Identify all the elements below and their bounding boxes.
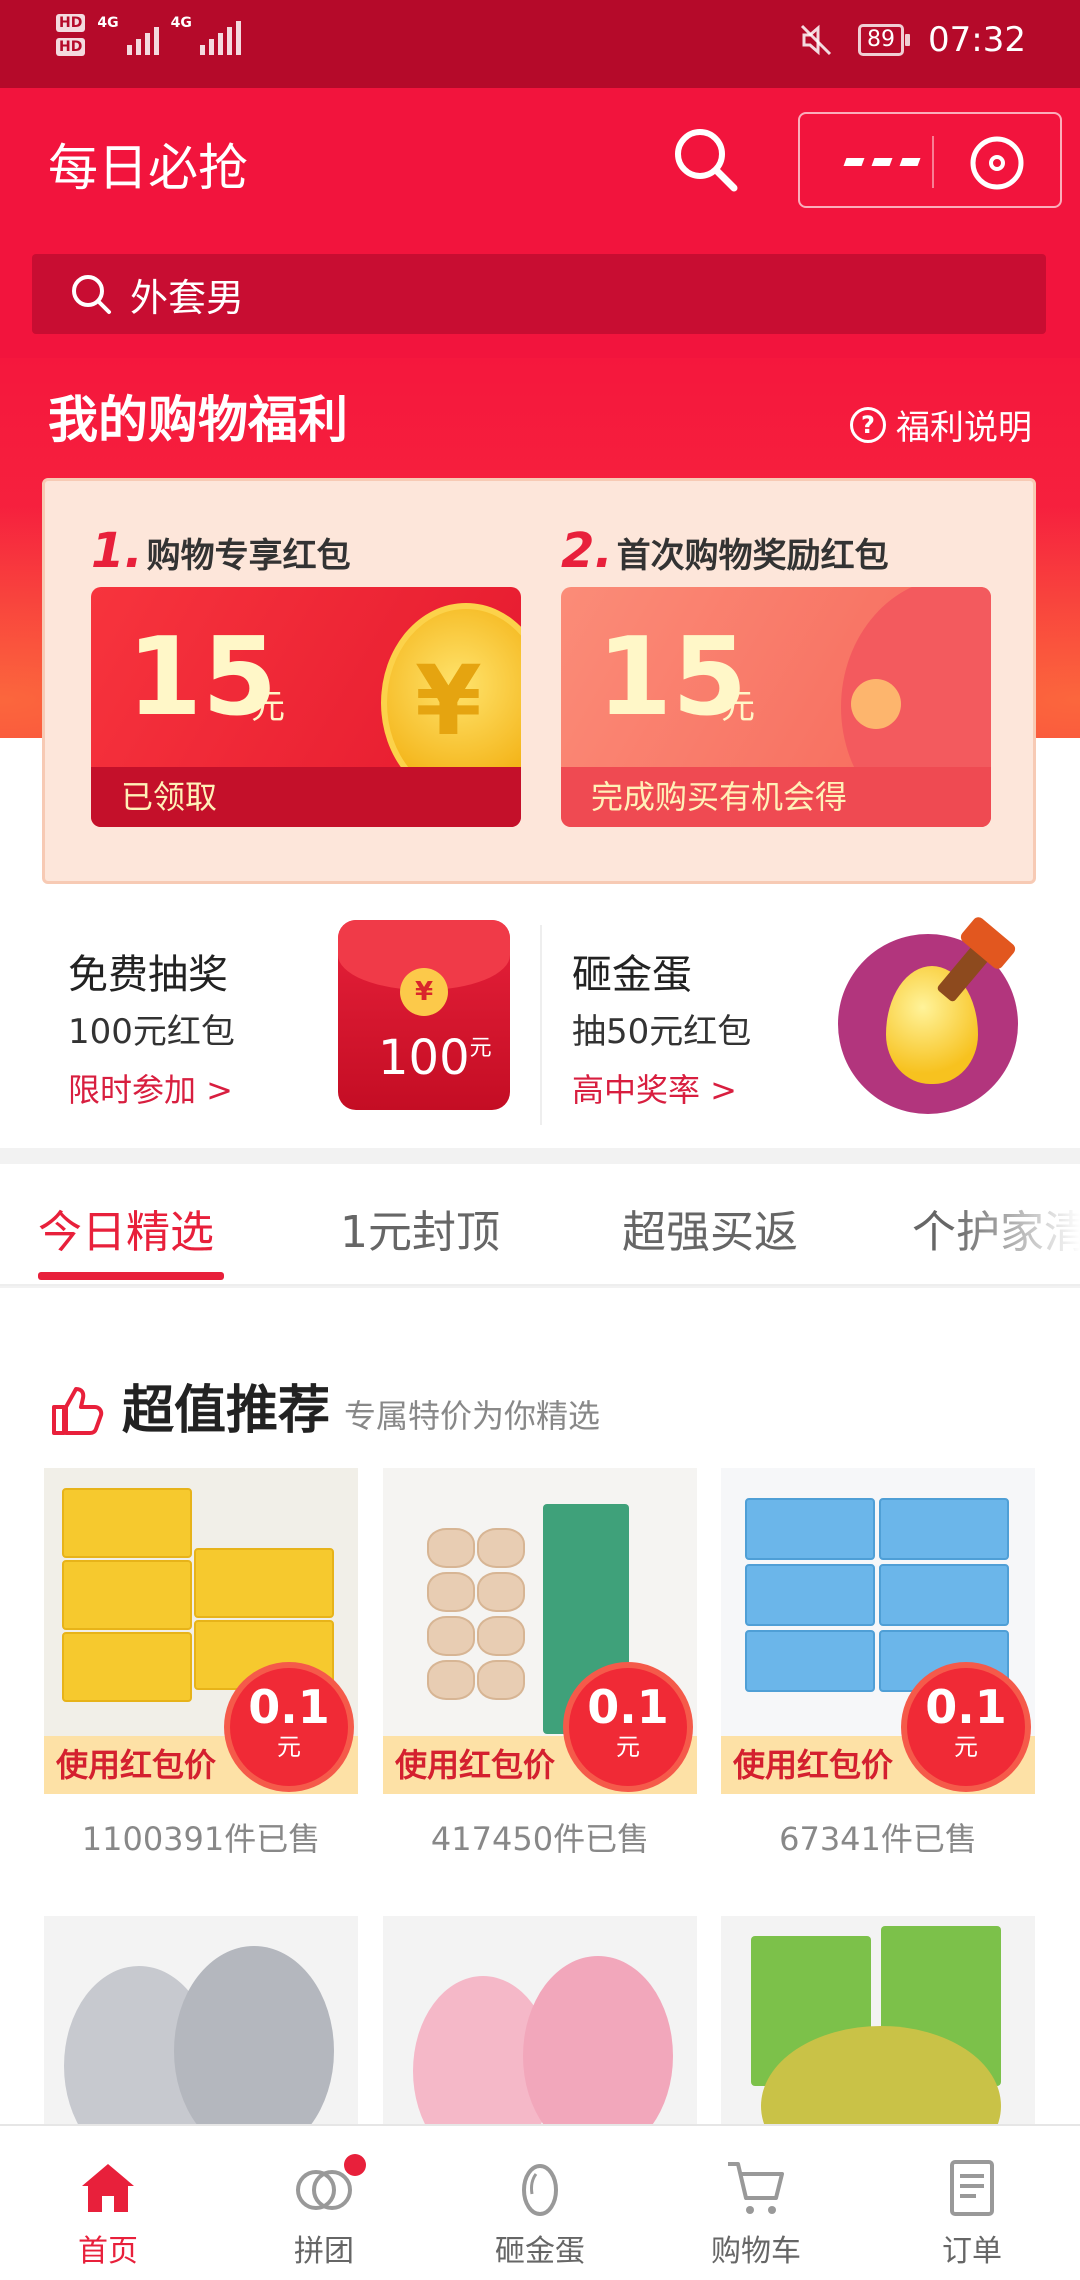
tabbar-egg[interactable]: 砸金蛋 [432, 2126, 648, 2280]
tabbar-orders[interactable]: 订单 [864, 2126, 1080, 2280]
egg-link[interactable]: 高中奖率 > [572, 1065, 751, 1111]
page-title: 每日必抢 [48, 139, 248, 197]
price-badge: 0.1 元 [230, 1668, 348, 1786]
signal-indicators: HD HD 4G 4G [56, 14, 241, 56]
status-bar: HD HD 4G 4G 89 07:32 [0, 0, 1080, 88]
sold-count: 67341件已售 [779, 1820, 977, 1858]
product-image-pink-slippers[interactable] [383, 1916, 697, 2126]
close-icon[interactable] [968, 134, 1026, 192]
coupon-1-status: 已领取 [91, 767, 521, 827]
product-image-raisins[interactable] [721, 1916, 1035, 2126]
price-badge: 0.1 元 [569, 1668, 687, 1786]
product-card[interactable]: 使用红包价 0.1 元 417450件已售 [383, 1468, 697, 1860]
search-icon [72, 275, 111, 314]
cart-icon [728, 2162, 784, 2214]
golden-egg-icon[interactable] [838, 914, 1028, 1114]
hd-icon: HD HD [56, 14, 86, 56]
lottery-link[interactable]: 限时参加 > [68, 1065, 235, 1111]
tabbar-home[interactable]: 首页 [0, 2126, 216, 2280]
tab-cashback[interactable]: 超强买返 [622, 1196, 798, 1260]
product-card[interactable]: 使用红包价 0.1 元 67341件已售 [721, 1468, 1035, 1860]
notification-dot [344, 2154, 366, 2176]
product-card[interactable]: 使用红包价 0.1 元 1100391件已售 [44, 1468, 358, 1860]
coupon-2-status: 完成购买有机会得 [561, 767, 991, 827]
tab-today[interactable]: 今日精选 [38, 1196, 214, 1260]
category-tabs: 今日精选 1元封顶 超强买返 个护家清 [0, 1164, 1080, 1286]
recommend-header: 超值推荐 专属特价为你精选 [48, 1368, 600, 1443]
search-icon[interactable] [668, 122, 742, 196]
battery-indicator: 89 [858, 24, 911, 56]
red-envelope-icon[interactable]: ¥ 100元 [338, 920, 510, 1110]
product-image-tissue: 使用红包价 0.1 元 [44, 1468, 358, 1794]
home-icon [82, 2164, 134, 2212]
search-bar[interactable] [32, 254, 1046, 334]
tabbar-cart[interactable]: 购物车 [648, 2126, 864, 2280]
question-icon: ? [850, 406, 886, 443]
mini-program-capsule [798, 112, 1062, 208]
thumbs-up-icon [52, 1387, 104, 1435]
welfare-card: 1. 购物专享红包 2. 首次购物奖励红包 ¥ 15 元 已领取 15 元 完成购买… [42, 478, 1036, 884]
tab-one-yuan[interactable]: 1元封顶 [340, 1196, 500, 1260]
sold-count: 417450件已售 [430, 1820, 650, 1858]
signal-icon-2: 4G [171, 15, 241, 55]
tab-indicator [38, 1272, 224, 1280]
welfare-title: 我的购物福利 [48, 391, 348, 449]
coupon-2[interactable]: 15 元 完成购买有机会得 [561, 587, 991, 827]
egg-icon [522, 2164, 558, 2216]
bottom-tab-bar: 首页 拼团 砸金蛋 购物车 订单 [0, 2124, 1080, 2280]
product-image-toilet-paper: 使用红包价 0.1 元 [383, 1468, 697, 1794]
mute-icon [800, 24, 832, 56]
order-icon [950, 2160, 994, 2216]
coupon-2-label: 2. 首次购物奖励红包 [561, 523, 889, 579]
coupon-1[interactable]: ¥ 15 元 已领取 [91, 587, 521, 827]
product-image-gray-slippers[interactable] [44, 1916, 358, 2126]
signal-icon-1: 4G [97, 15, 159, 55]
sold-count: 1100391件已售 [81, 1820, 321, 1858]
clock: 07:32 [928, 20, 1026, 60]
coupon-1-label: 1. 购物专享红包 [91, 523, 351, 579]
product-image-facial-tissue: 使用红包价 0.1 元 [721, 1468, 1035, 1794]
lottery-promo[interactable]: 免费抽奖 100元红包 限时参加 > [68, 942, 235, 1162]
search-input[interactable] [130, 272, 930, 316]
welfare-help-link[interactable]: ? 福利说明 [850, 400, 1032, 449]
header: 每日必抢 [0, 88, 1080, 358]
egg-promo[interactable]: 砸金蛋 抽50元红包 高中奖率 > [572, 942, 751, 1162]
price-badge: 0.1 元 [907, 1668, 1025, 1786]
tabbar-group[interactable]: 拼团 [216, 2126, 432, 2280]
more-icon[interactable] [834, 144, 930, 180]
